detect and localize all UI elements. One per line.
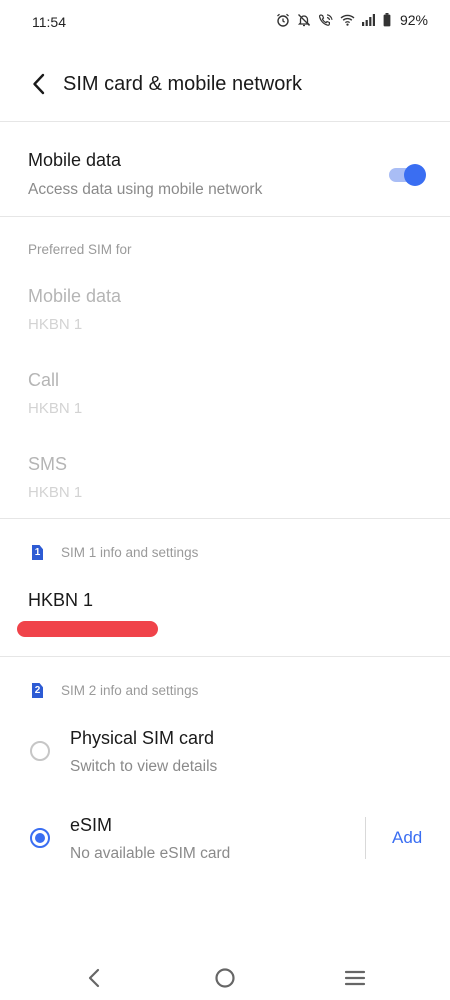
preferred-item-value: HKBN 1 [28,400,83,417]
status-icons: 92% [276,12,428,28]
preferred-sim-label: Preferred SIM for [28,242,132,257]
sim1-name: HKBN 1 [28,590,94,610]
status-time: 11:54 [32,14,66,30]
mute-icon [297,13,311,27]
add-esim-button[interactable]: Add [392,828,422,848]
redaction-mark [17,621,158,637]
esim-title: eSIM [70,815,113,835]
preferred-item-title: Call [28,370,60,390]
nav-back-icon [88,968,100,988]
back-arrow-icon [33,73,45,95]
mobile-data-title: Mobile data [28,150,122,170]
nav-menu-icon [344,970,366,986]
navigation-bar [0,955,450,1000]
mobile-data-subtitle: Access data using mobile network [28,181,263,198]
battery-icon [383,13,391,27]
back-button[interactable] [26,70,54,98]
esim-radio[interactable] [30,828,50,848]
divider [0,518,450,519]
nav-back-button[interactable] [82,965,108,991]
nav-menu-button[interactable] [342,965,368,991]
nav-home-icon [215,968,235,988]
signal-icon [361,14,376,26]
sim2-section-label: SIM 2 info and settings [61,683,199,698]
page-title: SIM card & mobile network [63,73,302,95]
sim2-icon: 2 [32,683,43,698]
wifi-icon [340,14,355,26]
preferred-item-value: HKBN 1 [28,484,83,501]
nav-home-button[interactable] [212,965,238,991]
preferred-item-value: HKBN 1 [28,316,83,333]
esim-subtitle: No available eSIM card [70,845,231,862]
wifi-calling-icon [318,13,333,27]
divider [0,656,450,657]
vertical-divider [365,817,366,859]
toggle-thumb [404,164,426,186]
mobile-data-toggle[interactable] [389,164,427,186]
status-bar: 11:54 92% [0,0,450,44]
sim1-icon: 1 [32,545,43,560]
divider [0,121,450,122]
preferred-item-title: Mobile data [28,286,122,306]
sim1-section-label: SIM 1 info and settings [61,545,199,560]
physical-sim-title: Physical SIM card [70,728,215,748]
preferred-item-title: SMS [28,454,68,474]
alarm-icon [276,13,290,27]
physical-sim-subtitle: Switch to view details [70,758,218,775]
battery-percentage: 92% [399,12,428,28]
physical-sim-radio[interactable] [30,741,50,761]
divider [0,216,450,217]
app-bar: SIM card & mobile network [0,60,450,110]
